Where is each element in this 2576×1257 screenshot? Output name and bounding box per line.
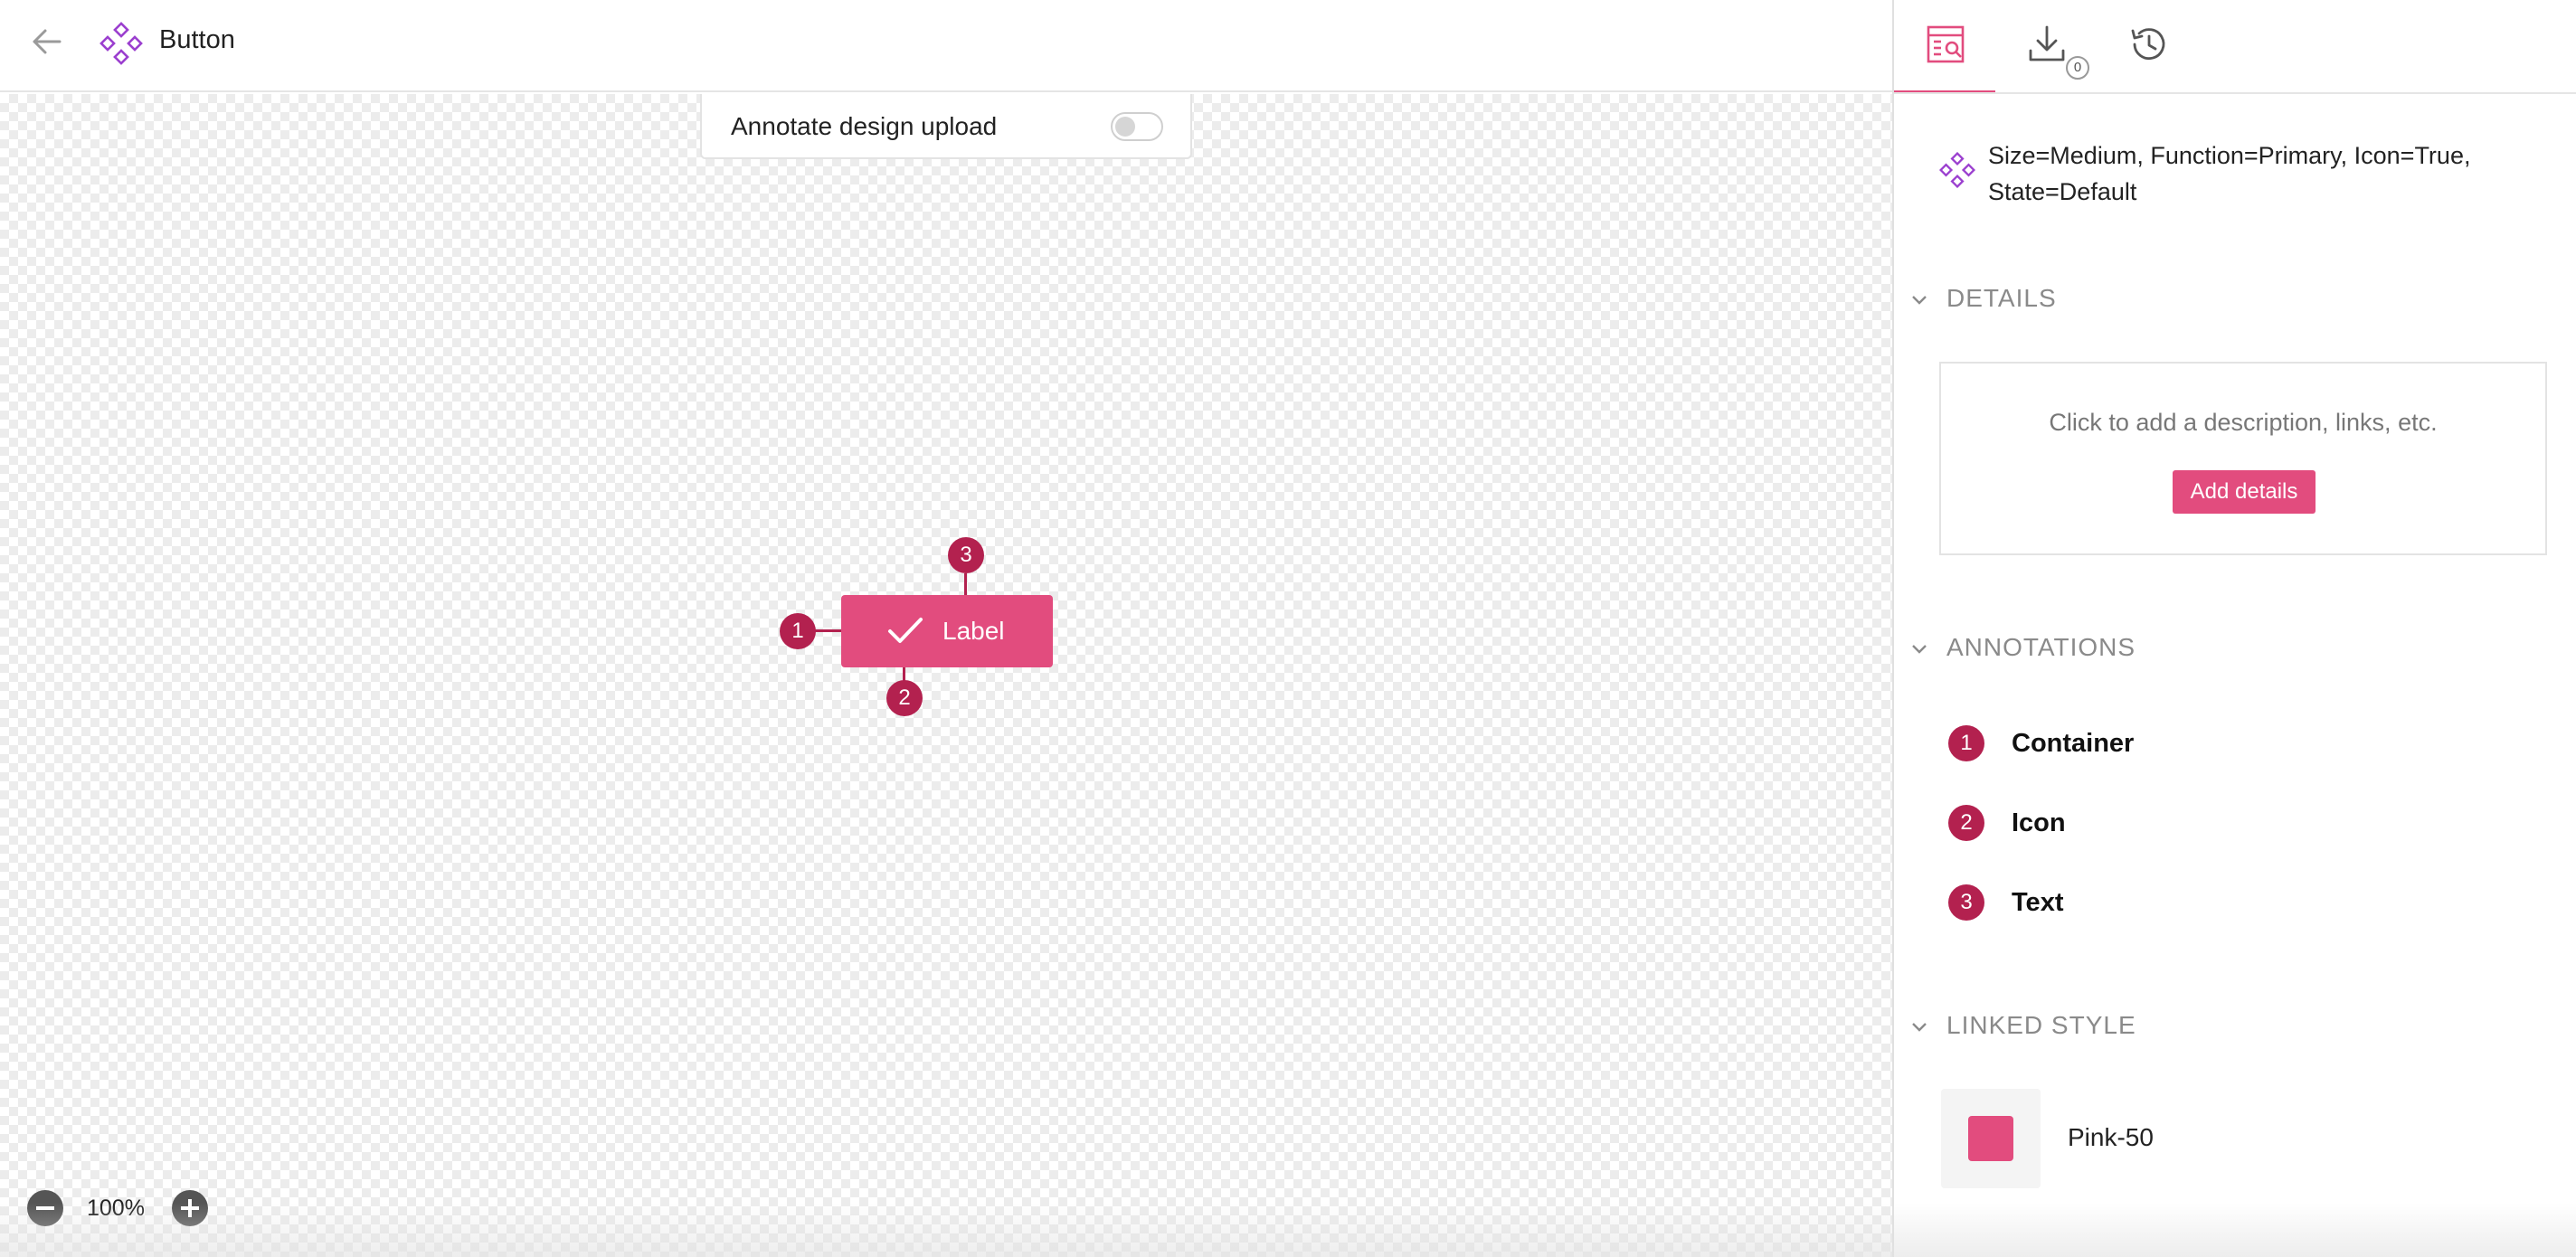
- chevron-down-icon: [1910, 1011, 1932, 1040]
- design-canvas[interactable]: Annotate design upload Label 1 2 3: [0, 94, 1892, 1257]
- component-diamond-icon: [1938, 151, 1976, 189]
- annotation-number: 3: [1948, 884, 1984, 921]
- inspect-icon: [1927, 25, 1965, 63]
- annotation-item-icon[interactable]: 2 Icon: [1948, 803, 2527, 843]
- tab-inspect[interactable]: [1894, 0, 1995, 94]
- annotation-number: 2: [1948, 805, 1984, 841]
- button-component-label: Label: [942, 617, 1005, 645]
- linked-style-name: Pink-50: [2068, 1123, 2154, 1151]
- annotation-item-container[interactable]: 1 Container: [1948, 723, 2527, 763]
- annotation-marker-1[interactable]: 1: [780, 613, 816, 649]
- zoom-in-button[interactable]: [172, 1190, 208, 1226]
- linked-style-header-label: LINKED STYLE: [1946, 1011, 2136, 1039]
- page-title: Button: [159, 25, 235, 54]
- toggle-knob: [1115, 117, 1135, 137]
- annotation-label: Text: [2012, 888, 2064, 917]
- tab-history[interactable]: [2097, 0, 2198, 94]
- details-section-header[interactable]: DETAILS: [1910, 284, 2057, 313]
- annotations-section-header[interactable]: ANNOTATIONS: [1910, 633, 2136, 662]
- button-component-preview[interactable]: Label: [841, 595, 1053, 667]
- annotation-marker-2[interactable]: 2: [886, 680, 923, 716]
- download-icon: [2029, 25, 2065, 61]
- annotation-label: Icon: [2012, 808, 2066, 837]
- checkmark-icon: [888, 618, 923, 643]
- component-diamond-icon: [99, 22, 143, 65]
- inspector-sidebar: 0 Size=Medium, Function=Primary, Icon=Tr…: [1892, 0, 2576, 1257]
- add-details-button[interactable]: Add details: [2173, 470, 2316, 514]
- history-icon: [2131, 28, 2165, 60]
- annotate-toggle-label: Annotate design upload: [731, 112, 998, 140]
- variant-name: Size=Medium, Function=Primary, Icon=True…: [1988, 142, 2471, 205]
- details-header-label: DETAILS: [1946, 284, 2057, 312]
- tabs-divider: [1894, 92, 2576, 94]
- annotate-upload-bar: Annotate design upload: [700, 94, 1192, 159]
- tab-download[interactable]: 0: [1995, 0, 2097, 94]
- annotation-item-text[interactable]: 3 Text: [1948, 883, 2527, 922]
- details-hint: Click to add a description, links, etc.: [2049, 409, 2438, 436]
- annotation-label: Container: [2012, 729, 2135, 758]
- back-button[interactable]: [27, 24, 71, 60]
- details-box[interactable]: Click to add a description, links, etc. …: [1939, 362, 2547, 555]
- color-swatch: [1968, 1116, 2013, 1161]
- annotation-marker-3[interactable]: 3: [948, 537, 984, 573]
- arrow-left-icon: [33, 29, 62, 54]
- zoom-level: 100%: [87, 1196, 145, 1221]
- annotations-header-label: ANNOTATIONS: [1946, 633, 2136, 661]
- download-count-badge: 0: [2066, 56, 2089, 80]
- top-bar: Button: [0, 0, 1892, 92]
- annotation-number: 1: [1948, 725, 1984, 761]
- annotate-toggle[interactable]: [1111, 112, 1163, 141]
- chevron-down-icon: [1910, 284, 1932, 313]
- linked-style-section-header[interactable]: LINKED STYLE: [1910, 1011, 2136, 1040]
- chevron-down-icon: [1910, 633, 1932, 662]
- zoom-out-button[interactable]: [27, 1190, 63, 1226]
- linked-style-swatch[interactable]: [1941, 1089, 2041, 1188]
